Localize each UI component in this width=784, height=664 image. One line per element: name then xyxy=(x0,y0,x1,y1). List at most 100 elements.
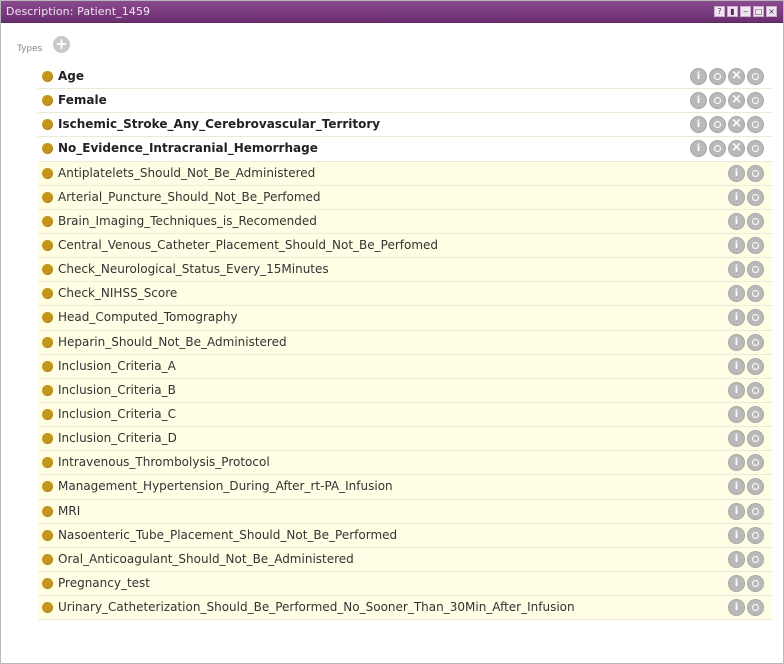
explain-icon[interactable] xyxy=(747,164,764,182)
row-actions xyxy=(728,357,764,375)
explain-icon[interactable] xyxy=(747,357,764,375)
add-type-plus-icon[interactable]: + xyxy=(53,36,70,53)
info-icon[interactable] xyxy=(728,574,745,592)
delete-icon[interactable] xyxy=(728,68,745,85)
type-row[interactable]: Inclusion_Criteria_A xyxy=(38,354,772,379)
explain-icon[interactable] xyxy=(747,599,764,617)
panel-titlebar: Description: Patient_1459 ? ▮ ‒ □ × xyxy=(1,1,783,23)
edit-icon[interactable] xyxy=(709,92,726,110)
info-icon[interactable] xyxy=(728,430,745,448)
class-circle-icon xyxy=(42,336,53,348)
row-actions xyxy=(728,502,764,520)
type-row[interactable]: Ischemic_Stroke_Any_Cerebrovascular_Terr… xyxy=(38,113,772,138)
explain-icon[interactable] xyxy=(747,454,764,472)
info-icon[interactable] xyxy=(728,236,745,254)
info-icon[interactable] xyxy=(728,502,745,520)
help-button[interactable]: ? xyxy=(714,6,725,17)
info-icon[interactable] xyxy=(690,92,707,110)
type-row[interactable]: Inclusion_Criteria_C xyxy=(38,402,772,428)
explain-icon[interactable] xyxy=(747,68,764,85)
maximize-button[interactable]: □ xyxy=(753,6,764,17)
info-icon[interactable] xyxy=(728,357,745,375)
info-icon[interactable] xyxy=(728,526,745,544)
explain-icon[interactable] xyxy=(747,478,764,496)
edit-icon[interactable] xyxy=(709,116,726,134)
type-label: Arterial_Puncture_Should_Not_Be_Perfomed xyxy=(58,189,321,204)
explain-icon[interactable] xyxy=(747,116,764,134)
info-icon[interactable] xyxy=(728,454,745,472)
type-row[interactable]: Female xyxy=(38,89,772,114)
type-row[interactable]: Antiplatelets_Should_Not_Be_Administered xyxy=(38,161,772,186)
info-icon[interactable] xyxy=(728,405,745,423)
explain-icon[interactable] xyxy=(747,92,764,110)
type-row[interactable]: Arterial_Puncture_Should_Not_Be_Perfomed xyxy=(38,185,772,210)
explain-icon[interactable] xyxy=(747,526,764,544)
delete-icon[interactable] xyxy=(728,116,745,134)
type-label: Nasoenteric_Tube_Placement_Should_Not_Be… xyxy=(58,527,398,542)
type-label: Management_Hypertension_During_After_rt-… xyxy=(58,479,393,494)
info-icon[interactable] xyxy=(728,550,745,568)
info-icon[interactable] xyxy=(728,212,745,230)
type-label: Heparin_Should_Not_Be_Administered xyxy=(58,334,287,349)
explain-icon[interactable] xyxy=(747,574,764,592)
type-row[interactable]: Central_Venous_Catheter_Placement_Should… xyxy=(38,233,772,259)
info-icon[interactable] xyxy=(728,478,745,496)
type-row[interactable]: Brain_Imaging_Techniques_is_Recomended xyxy=(38,209,772,234)
type-label: Intravenous_Thrombolysis_Protocol xyxy=(58,455,270,470)
explain-icon[interactable] xyxy=(747,381,764,399)
type-row[interactable]: Pregnancy_test xyxy=(38,571,772,597)
explain-icon[interactable] xyxy=(747,550,764,568)
class-circle-icon xyxy=(42,481,53,493)
explain-icon[interactable] xyxy=(747,333,764,351)
description-panel: Description: Patient_1459 ? ▮ ‒ □ × Type… xyxy=(0,0,784,664)
close-button[interactable]: × xyxy=(766,6,777,17)
type-row[interactable]: Nasoenteric_Tube_Placement_Should_Not_Be… xyxy=(38,523,772,548)
type-row[interactable]: Oral_Anticoagulant_Should_Not_Be_Adminis… xyxy=(38,547,772,572)
info-icon[interactable] xyxy=(728,164,745,182)
info-icon[interactable] xyxy=(728,309,745,327)
info-icon[interactable] xyxy=(728,381,745,399)
pin-button[interactable]: ▮ xyxy=(727,6,738,17)
explain-icon[interactable] xyxy=(747,285,764,303)
row-actions xyxy=(728,309,764,327)
explain-icon[interactable] xyxy=(747,188,764,206)
explain-icon[interactable] xyxy=(747,430,764,448)
info-icon[interactable] xyxy=(690,140,707,158)
type-row[interactable]: Intravenous_Thrombolysis_Protocol xyxy=(38,451,772,476)
info-icon[interactable] xyxy=(728,333,745,351)
row-actions xyxy=(728,478,764,496)
explain-icon[interactable] xyxy=(747,502,764,520)
type-row[interactable]: Check_Neurological_Status_Every_15Minute… xyxy=(38,258,772,283)
info-icon[interactable] xyxy=(728,599,745,617)
edit-icon[interactable] xyxy=(709,68,726,85)
class-circle-icon xyxy=(42,408,53,420)
explain-icon[interactable] xyxy=(747,309,764,327)
type-row[interactable]: MRI xyxy=(38,499,772,524)
info-icon[interactable] xyxy=(690,68,707,85)
info-icon[interactable] xyxy=(728,285,745,303)
class-circle-icon xyxy=(42,505,53,517)
minimize-button[interactable]: ‒ xyxy=(740,6,751,17)
explain-icon[interactable] xyxy=(747,212,764,230)
type-row[interactable]: Inclusion_Criteria_B xyxy=(38,378,772,403)
delete-icon[interactable] xyxy=(728,92,745,110)
explain-icon[interactable] xyxy=(747,236,764,254)
delete-icon[interactable] xyxy=(728,140,745,158)
type-row[interactable]: Head_Computed_Tomography xyxy=(38,306,772,331)
edit-icon[interactable] xyxy=(709,140,726,158)
explain-icon[interactable] xyxy=(747,261,764,279)
explain-icon[interactable] xyxy=(747,140,764,158)
type-row[interactable]: Age xyxy=(38,65,772,90)
type-row[interactable]: Check_NIHSS_Score xyxy=(38,282,772,307)
info-icon[interactable] xyxy=(728,261,745,279)
type-label: Check_Neurological_Status_Every_15Minute… xyxy=(58,262,329,277)
class-circle-icon xyxy=(42,288,53,300)
info-icon[interactable] xyxy=(728,188,745,206)
type-row[interactable]: No_Evidence_Intracranial_Hemorrhage xyxy=(38,137,772,162)
type-row[interactable]: Inclusion_Criteria_D xyxy=(38,427,772,452)
info-icon[interactable] xyxy=(690,116,707,134)
type-row[interactable]: Urinary_Catheterization_Should_Be_Perfor… xyxy=(38,596,772,621)
explain-icon[interactable] xyxy=(747,405,764,423)
type-row[interactable]: Heparin_Should_Not_Be_Administered xyxy=(38,330,772,355)
type-row[interactable]: Management_Hypertension_During_After_rt-… xyxy=(38,475,772,500)
